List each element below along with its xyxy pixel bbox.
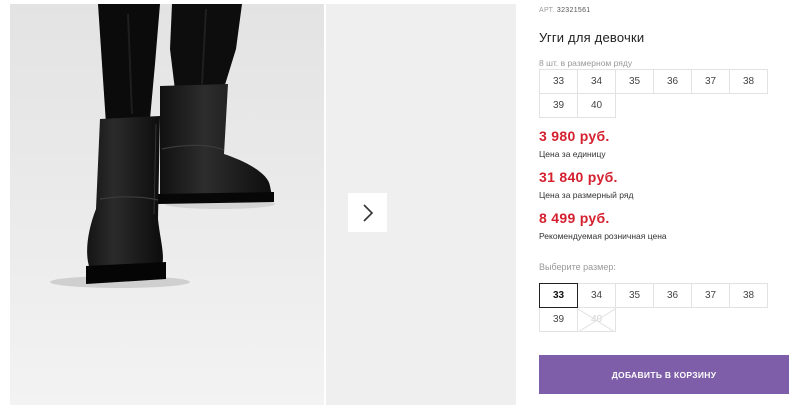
- size-option-35[interactable]: 35: [615, 283, 654, 308]
- product-photo[interactable]: [10, 4, 324, 405]
- pack-size-36: 36: [653, 69, 692, 94]
- retail-price: 8 499 руб.: [539, 210, 610, 226]
- unit-price-label: Цена за единицу: [539, 149, 606, 159]
- next-image-button[interactable]: [348, 193, 387, 232]
- retail-price-label: Рекомендуемая розничная цена: [539, 231, 667, 241]
- pack-size-39: 39: [539, 93, 578, 118]
- pack-price: 31 840 руб.: [539, 169, 618, 185]
- add-to-cart-button[interactable]: ДОБАВИТЬ В КОРЗИНУ: [539, 355, 789, 394]
- size-option-37[interactable]: 37: [691, 283, 730, 308]
- article-label: АРТ.: [539, 7, 555, 14]
- size-selector: 33 34 35 36 37 38 39 40: [539, 283, 768, 332]
- unit-price: 3 980 руб.: [539, 128, 610, 144]
- pack-size-37: 37: [691, 69, 730, 94]
- article-number: АРТ. 32321561: [539, 7, 590, 14]
- pack-size-33: 33: [539, 69, 578, 94]
- pack-size-40: 40: [577, 93, 616, 118]
- size-option-40-unavailable: 40: [577, 307, 616, 332]
- pack-price-label: Цена за размерный ряд: [539, 190, 634, 200]
- size-option-34[interactable]: 34: [577, 283, 616, 308]
- article-value: 32321561: [556, 7, 591, 14]
- product-photo-image: [10, 4, 324, 405]
- size-option-33[interactable]: 33: [539, 283, 578, 308]
- pack-size-35: 35: [615, 69, 654, 94]
- choose-size-label: Выберите размер:: [539, 262, 616, 272]
- size-option-36[interactable]: 36: [653, 283, 692, 308]
- product-title: Угги для девочки: [539, 30, 645, 45]
- size-option-39[interactable]: 39: [539, 307, 578, 332]
- chevron-right-icon: [362, 203, 373, 222]
- pack-size-38: 38: [729, 69, 768, 94]
- size-option-38[interactable]: 38: [729, 283, 768, 308]
- pack-size-34: 34: [577, 69, 616, 94]
- pack-size-grid: 33 34 35 36 37 38 39 40: [539, 69, 768, 118]
- pack-label: 8 шт. в размерном ряду: [539, 58, 633, 68]
